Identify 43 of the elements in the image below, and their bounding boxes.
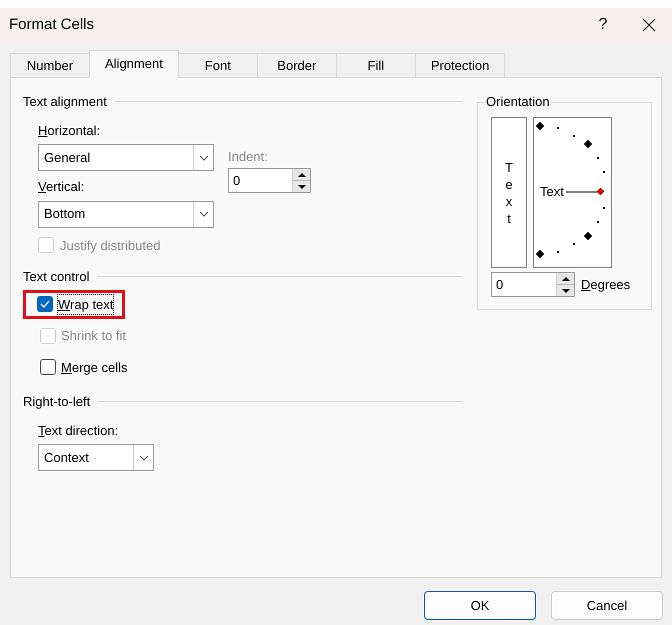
tab[interactable]: Number — [10, 53, 90, 78]
chevron-down-icon — [138, 454, 148, 460]
chevron-down-icon — [198, 154, 208, 160]
vertical-letter: e — [505, 176, 513, 192]
vertical-select[interactable]: Bottom — [38, 200, 214, 228]
vertical-text-box[interactable]: T e x t — [491, 117, 528, 268]
checkmark-icon — [40, 300, 50, 308]
field-label: Vertical: — [38, 178, 86, 196]
field-label: Horizontal: — [38, 122, 102, 140]
select-value: Context — [43, 448, 90, 467]
section-heading: Text control — [23, 268, 90, 286]
close-icon — [642, 18, 656, 32]
vertical-letter: T — [505, 158, 513, 176]
tab[interactable]: Alignment — [89, 50, 179, 78]
vertical-letter: t — [507, 210, 511, 226]
dial-text: Text — [540, 183, 564, 201]
checkbox-label: Justify distributed — [60, 236, 160, 255]
field-label: Indent: — [228, 148, 269, 166]
checkbox-label: Shrink to fit — [61, 327, 126, 345]
tab[interactable]: Protection — [414, 53, 506, 78]
field-label: Text direction: — [38, 422, 120, 440]
window-title: Format Cells — [9, 14, 96, 35]
spin-value: 0 — [232, 172, 242, 190]
select-value: Bottom — [43, 205, 86, 224]
chevron-down-icon — [198, 211, 208, 217]
checkbox-label: Merge cells — [61, 358, 128, 377]
checkbox-label: Wrap text — [58, 294, 114, 314]
dial-pointer-drawing[interactable] — [564, 188, 606, 196]
dialog-button[interactable]: OK — [424, 591, 536, 620]
text-direction-select[interactable]: Context — [38, 444, 154, 471]
section-heading: Text alignment — [23, 93, 107, 111]
orientation-dial[interactable]: Text — [533, 117, 612, 268]
select-value: General — [43, 148, 92, 167]
spin-value: 0 — [495, 276, 504, 294]
degrees-spinner[interactable]: 0 — [491, 272, 576, 297]
field-label: Degrees — [581, 276, 630, 294]
checkbox[interactable] — [40, 359, 56, 376]
dialog-button[interactable]: Cancel — [551, 591, 663, 620]
vertical-letter: x — [506, 192, 512, 210]
help-button[interactable]: ? — [580, 8, 626, 42]
horizontal-select[interactable]: General — [38, 144, 214, 171]
checkbox[interactable] — [37, 296, 53, 312]
section-heading: Right-to-left — [23, 393, 90, 411]
